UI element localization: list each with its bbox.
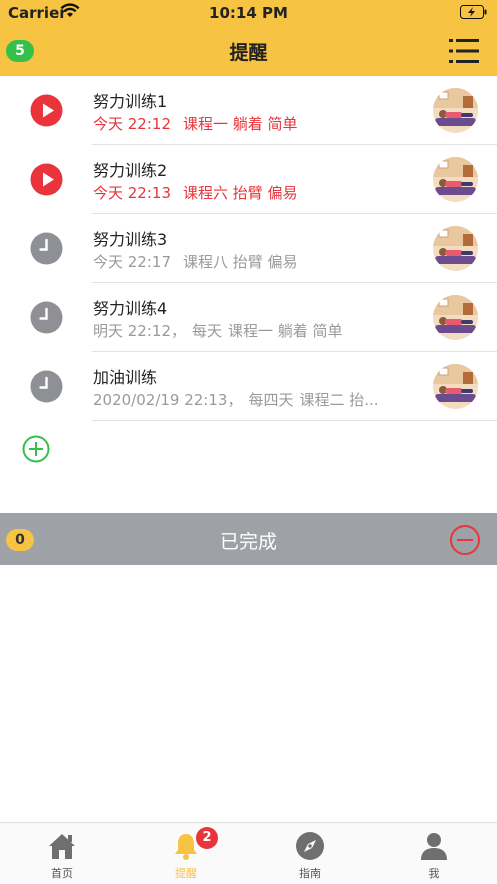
row-divider <box>92 420 497 421</box>
reminder-row[interactable]: 努力训练3 今天 22:17 课程八 抬臂 偏易 <box>0 214 497 283</box>
reminder-details: 今天 22:13 课程六 抬臂 偏易 <box>93 182 423 203</box>
tab-reminders[interactable]: 2 提醒 <box>124 823 248 884</box>
compass-icon <box>296 832 324 860</box>
reminder-details: 今天 22:12 课程一 躺着 简单 <box>93 113 423 134</box>
battery-charging-icon <box>460 5 487 19</box>
reminder-name: 努力训练1 <box>93 92 168 111</box>
tab-bar: 首页 2 提醒 指南 我 <box>0 822 497 884</box>
reminder-row[interactable]: 努力训练1 今天 22:12 课程一 躺着 简单 <box>0 76 497 145</box>
reminder-name: 努力训练2 <box>93 161 168 180</box>
reminder-row[interactable]: 加油训练 2020/02/19 22:13， 每四天 课程二 抬... <box>0 352 497 421</box>
reminder-count-badge: 5 <box>6 40 34 62</box>
reminder-time: 今天 22:17 <box>93 253 171 271</box>
reminder-course: 课程八 抬臂 偏易 <box>183 253 298 271</box>
completed-section-header: 0 已完成 <box>0 513 497 565</box>
reminder-row[interactable]: 努力训练4 明天 22:12， 每天 课程一 躺着 简单 <box>0 283 497 352</box>
reminder-course: 课程一 躺着 简单 <box>183 115 298 133</box>
exercise-thumbnail <box>433 88 478 133</box>
reminder-repeat: 每四天 <box>248 391 294 409</box>
clock-icon[interactable] <box>30 232 63 265</box>
completed-count-badge: 0 <box>6 529 34 551</box>
play-icon[interactable] <box>30 94 63 127</box>
clock-icon[interactable] <box>30 370 63 403</box>
exercise-thumbnail <box>433 295 478 340</box>
play-icon[interactable] <box>30 163 63 196</box>
reminder-name: 加油训练 <box>93 368 158 387</box>
reminder-details: 明天 22:12， 每天 课程一 躺着 简单 <box>93 320 423 341</box>
carrier-label: Carrier <box>8 4 67 22</box>
reminder-repeat: 每天 <box>192 322 223 340</box>
list-menu-icon[interactable] <box>449 38 479 64</box>
reminder-course: 课程二 抬... <box>299 391 379 409</box>
reminder-course: 课程六 抬臂 偏易 <box>183 184 298 202</box>
reminder-details: 今天 22:17 课程八 抬臂 偏易 <box>93 251 423 272</box>
add-reminder-button[interactable] <box>22 435 50 463</box>
collapse-minus-icon[interactable] <box>449 524 481 556</box>
reminder-time: 今天 22:13 <box>93 184 171 202</box>
nav-bar: 5 提醒 <box>0 26 497 76</box>
reminder-time: 明天 22:12， <box>93 322 186 340</box>
tab-guide[interactable]: 指南 <box>248 823 372 884</box>
reminder-name: 努力训练4 <box>93 299 168 318</box>
exercise-thumbnail <box>433 226 478 271</box>
exercise-thumbnail <box>433 364 478 409</box>
reminder-list: 努力训练1 今天 22:12 课程一 躺着 简单 努力训练2 今天 22:13 课程六 抬… <box>0 76 497 421</box>
tab-me[interactable]: 我 <box>372 823 496 884</box>
wifi-icon <box>60 3 80 17</box>
reminder-name: 努力训练3 <box>93 230 168 249</box>
completed-title: 已完成 <box>219 531 277 553</box>
reminder-time: 2020/02/19 22:13， <box>93 391 243 409</box>
notification-badge: 2 <box>196 827 218 849</box>
reminder-time: 今天 22:12 <box>93 115 171 133</box>
reminder-row[interactable]: 努力训练2 今天 22:13 课程六 抬臂 偏易 <box>0 145 497 214</box>
page-title: 提醒 <box>229 42 268 64</box>
exercise-thumbnail <box>433 157 478 202</box>
clock-icon[interactable] <box>30 301 63 334</box>
reminder-course: 课程一 躺着 简单 <box>228 322 343 340</box>
status-bar: Carrier 10:14 PM <box>0 0 497 26</box>
reminder-details: 2020/02/19 22:13， 每四天 课程二 抬... <box>93 389 423 410</box>
home-icon <box>49 834 75 859</box>
tab-home[interactable]: 首页 <box>0 823 124 884</box>
person-icon <box>421 833 447 860</box>
